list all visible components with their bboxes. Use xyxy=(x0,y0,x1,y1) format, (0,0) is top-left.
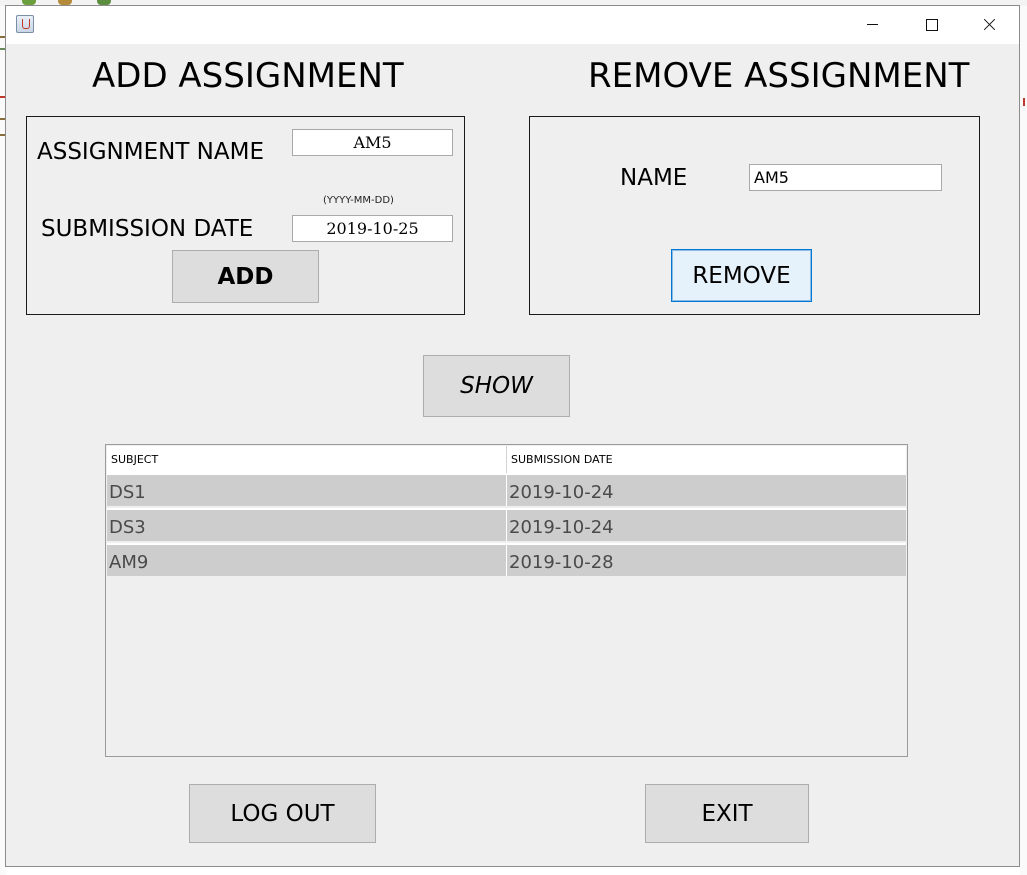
assignment-name-input[interactable] xyxy=(292,129,453,156)
maximize-icon[interactable] xyxy=(902,6,960,44)
submission-date-input[interactable] xyxy=(292,215,453,242)
remove-button[interactable]: REMOVE xyxy=(671,249,812,302)
title-bar xyxy=(6,6,1019,44)
column-header-subject[interactable]: SUBJECT xyxy=(107,446,506,473)
remove-assignment-panel: NAME REMOVE xyxy=(529,116,980,315)
remove-name-label: NAME xyxy=(620,165,688,191)
assignments-table: SUBJECT SUBMISSION DATE DS1 2019-10-24 D… xyxy=(105,444,908,757)
remove-name-input[interactable] xyxy=(749,164,942,191)
show-button[interactable]: SHOW xyxy=(423,355,570,417)
add-button[interactable]: ADD xyxy=(172,250,319,303)
submission-date-label: SUBMISSION DATE xyxy=(41,216,254,242)
column-header-submission-date[interactable]: SUBMISSION DATE xyxy=(506,446,906,473)
table-cell-submission-date: 2019-10-24 xyxy=(506,475,906,506)
background-editor-margin xyxy=(1020,6,1027,875)
log-out-button[interactable]: LOG OUT xyxy=(189,784,376,843)
table-header: SUBJECT SUBMISSION DATE xyxy=(107,446,906,474)
assignment-window: ADD ASSIGNMENT ASSIGNMENT NAME (YYYY-MM-… xyxy=(5,5,1020,867)
close-icon[interactable] xyxy=(960,6,1018,44)
table-cell-submission-date: 2019-10-28 xyxy=(506,545,906,576)
table-cell-submission-date: 2019-10-24 xyxy=(506,510,906,541)
table-cell-subject: DS1 xyxy=(109,482,146,503)
table-row[interactable]: DS3 2019-10-24 xyxy=(107,508,906,541)
date-format-hint: (YYYY-MM-DD) xyxy=(323,195,394,206)
remove-assignment-heading: REMOVE ASSIGNMENT xyxy=(588,56,970,96)
add-assignment-heading: ADD ASSIGNMENT xyxy=(92,56,404,96)
assignment-name-label: ASSIGNMENT NAME xyxy=(37,139,265,165)
java-cup-icon xyxy=(16,15,34,33)
table-row[interactable]: DS1 2019-10-24 xyxy=(107,473,906,506)
exit-button[interactable]: EXIT xyxy=(645,784,809,843)
minimize-icon[interactable] xyxy=(844,6,902,44)
table-row[interactable]: AM9 2019-10-28 xyxy=(107,543,906,576)
table-cell-subject: AM9 xyxy=(109,552,149,573)
add-assignment-panel: ASSIGNMENT NAME (YYYY-MM-DD) SUBMISSION … xyxy=(26,116,465,315)
table-cell-subject: DS3 xyxy=(109,517,146,538)
